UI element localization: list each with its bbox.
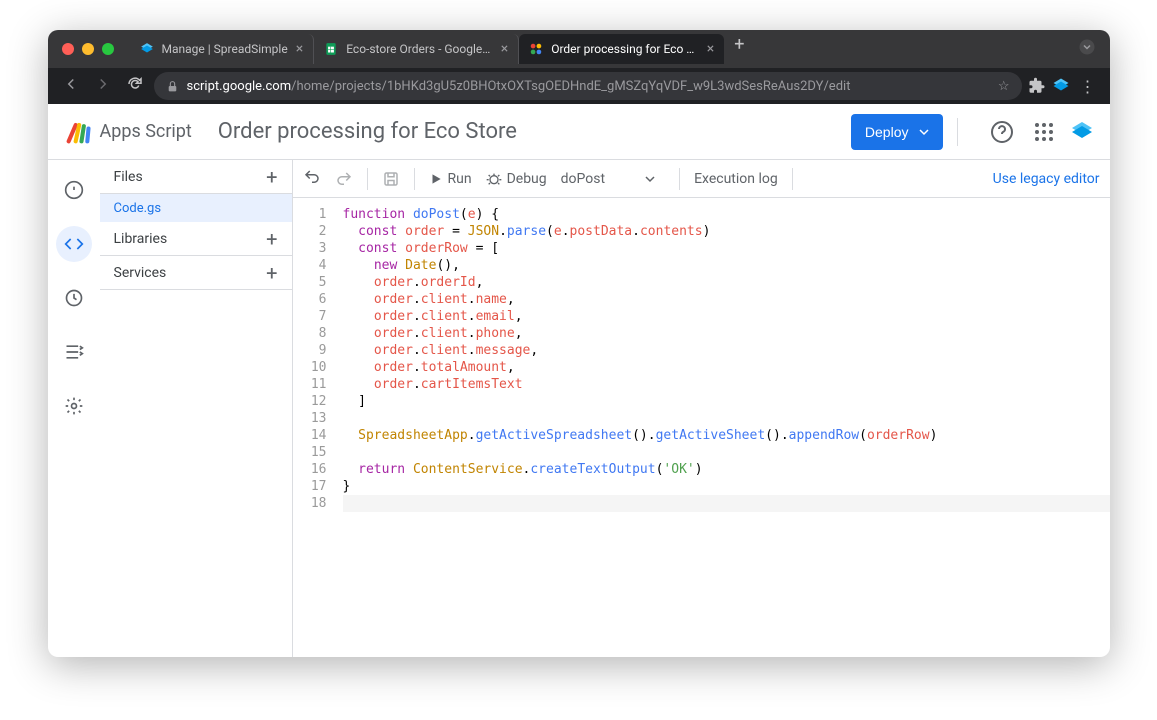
traffic-lights (62, 43, 114, 55)
executions-icon[interactable] (56, 334, 92, 370)
app-header: Apps Script Order processing for Eco Sto… (48, 104, 1110, 160)
tab-title: Order processing for Eco Store (551, 42, 699, 56)
deploy-button[interactable]: Deploy (851, 114, 943, 150)
save-button[interactable] (382, 170, 400, 188)
left-nav-rail (48, 160, 100, 657)
browser-tab[interactable]: Manage | SpreadSimple × (130, 34, 315, 64)
editor-icon[interactable] (56, 226, 92, 262)
tab-title: Eco-store Orders - Google She (346, 42, 493, 56)
back-button[interactable] (58, 71, 84, 101)
account-icon[interactable] (1070, 120, 1094, 144)
bug-icon (486, 171, 502, 187)
run-label: Run (448, 171, 472, 187)
function-select[interactable]: doPost (561, 171, 665, 187)
sheets-favicon-icon (324, 42, 338, 56)
close-tab-icon[interactable]: × (501, 41, 508, 57)
close-tab-icon[interactable]: × (707, 41, 714, 57)
url-path: /home/projects/1bHKd3gU5z0BHOtxOXTsgOEDH… (291, 79, 850, 94)
add-library-button[interactable]: + (266, 227, 277, 251)
address-bar[interactable]: script.google.com/home/projects/1bHKd3gU… (154, 72, 1022, 100)
product-name: Apps Script (100, 121, 192, 142)
editor-pane: Run Debug doPost Execution log Use legac… (293, 160, 1110, 657)
function-name: doPost (561, 171, 605, 187)
apps-grid-icon[interactable] (1032, 120, 1056, 144)
appsscript-favicon-icon (529, 42, 543, 56)
services-label: Services (114, 265, 167, 281)
deploy-label: Deploy (865, 124, 909, 140)
play-icon (429, 172, 443, 186)
add-file-button[interactable]: + (266, 165, 277, 189)
redo-button[interactable] (335, 170, 353, 188)
file-name: Code.gs (114, 201, 162, 216)
maximize-window-icon[interactable] (102, 43, 114, 55)
close-window-icon[interactable] (62, 43, 74, 55)
editor-toolbar: Run Debug doPost Execution log Use legac… (293, 160, 1110, 198)
run-button[interactable]: Run (429, 171, 472, 187)
browser-tab[interactable]: Eco-store Orders - Google She × (314, 34, 519, 64)
files-label: Files (114, 169, 143, 185)
triggers-icon[interactable] (56, 280, 92, 316)
spreadsimple-favicon-icon (140, 42, 154, 56)
chevron-down-icon (645, 174, 655, 184)
spreadsimple-ext-icon[interactable] (1052, 77, 1070, 95)
code-area[interactable]: function doPost(e) { const order = JSON.… (337, 198, 1110, 657)
settings-icon[interactable] (56, 388, 92, 424)
services-section: Services + (100, 256, 292, 290)
file-item[interactable]: Code.gs (100, 194, 292, 222)
browser-tab-active[interactable]: Order processing for Eco Store × (519, 34, 724, 64)
undo-button[interactable] (303, 168, 321, 190)
close-tab-icon[interactable]: × (296, 41, 303, 57)
debug-button[interactable]: Debug (486, 171, 547, 187)
legacy-editor-link[interactable]: Use legacy editor (993, 171, 1100, 187)
project-title[interactable]: Order processing for Eco Store (218, 119, 851, 144)
line-gutter: 1 2 3 4 5 6 7 8 9 10 11 12 13 14 15 16 1… (293, 198, 337, 657)
file-panel: Files + Code.gs Libraries + Services + (100, 160, 293, 657)
browser-toolbar: script.google.com/home/projects/1bHKd3gU… (48, 68, 1110, 104)
help-icon[interactable] (990, 120, 1014, 144)
code-editor[interactable]: 1 2 3 4 5 6 7 8 9 10 11 12 13 14 15 16 1… (293, 198, 1110, 657)
extensions-icon[interactable] (1028, 77, 1046, 95)
reload-button[interactable] (122, 71, 148, 101)
appsscript-logo-icon (64, 118, 92, 146)
chevron-down-icon (919, 127, 929, 137)
tab-title: Manage | SpreadSimple (162, 42, 288, 56)
window-titlebar: Manage | SpreadSimple × Eco-store Orders… (48, 30, 1110, 68)
bookmark-star-icon[interactable]: ☆ (998, 79, 1010, 94)
lock-icon (166, 80, 179, 93)
debug-label: Debug (507, 171, 547, 187)
chevron-down-icon[interactable] (1078, 38, 1096, 56)
more-icon[interactable]: ⋮ (1076, 77, 1100, 96)
new-tab-button[interactable]: + (724, 34, 754, 64)
add-service-button[interactable]: + (266, 261, 277, 285)
files-section: Files + (100, 160, 292, 194)
url-domain: script.google.com (187, 79, 292, 94)
forward-button[interactable] (90, 71, 116, 101)
overview-icon[interactable] (56, 172, 92, 208)
execution-log-button[interactable]: Execution log (694, 171, 778, 187)
minimize-window-icon[interactable] (82, 43, 94, 55)
libraries-section: Libraries + (100, 222, 292, 256)
libraries-label: Libraries (114, 231, 168, 247)
